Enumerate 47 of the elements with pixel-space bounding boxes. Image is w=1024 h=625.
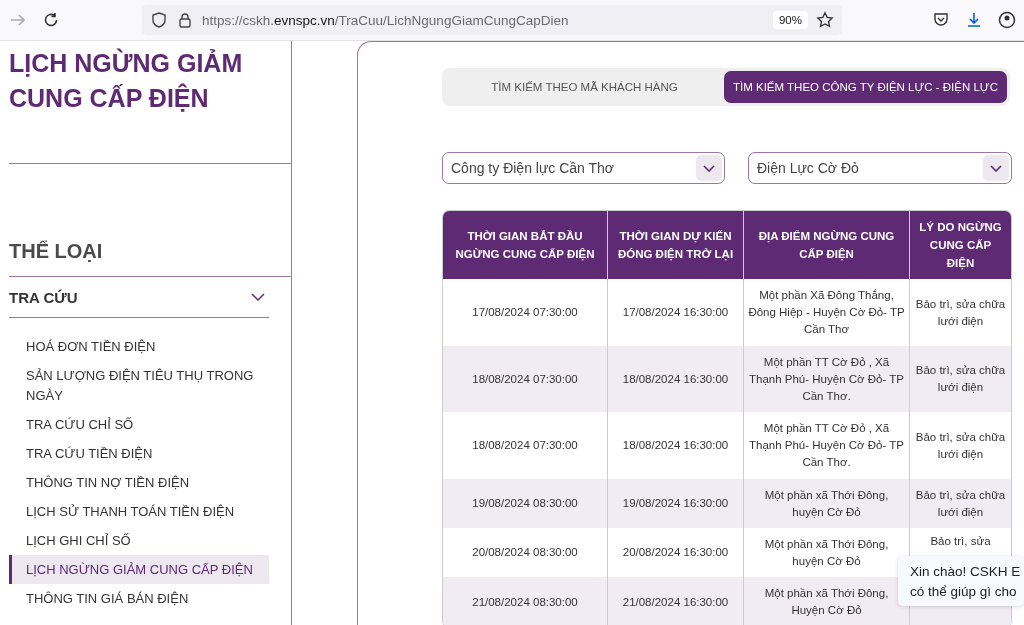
sidebar-item[interactable]: LỊCH NGỪNG GIẢM CUNG CẤP ĐIỆN xyxy=(9,555,269,584)
sidebar-item[interactable]: HOÁ ĐƠN TIỀN ĐIỆN xyxy=(9,332,269,361)
table-cell: Một phần xã Thới Đông, huyện Cờ Đỏ xyxy=(743,479,909,528)
chat-bubble[interactable]: Xin chào! CSKH E có thể giúp gì cho xyxy=(898,556,1024,606)
pocket-icon[interactable] xyxy=(932,11,950,29)
star-icon[interactable] xyxy=(816,11,834,29)
chevron-icon[interactable] xyxy=(251,293,265,301)
table-cell: 18/08/2024 07:30:00 xyxy=(443,346,607,412)
search-tab[interactable]: TÌM KIẾM THEO CÔNG TY ĐIỆN LỰC - ĐIỆN LỰC xyxy=(724,71,1007,103)
sidebar-item[interactable]: LỊCH SỬ THANH TOÁN TIỀN ĐIỆN xyxy=(9,497,269,526)
category-heading: THỂ LOẠI xyxy=(9,239,104,264)
column-header: THỜI GIAN BẮT ĐẦU NGỪNG CUNG CẤP ĐIỆN xyxy=(443,211,607,279)
table-cell: 19/08/2024 16:30:00 xyxy=(607,479,743,528)
chat-bubble-text: có thể giúp gì cho xyxy=(910,583,1017,601)
sidebar-item[interactable]: THÔNG TIN GIÁ BÁN ĐIỆN xyxy=(9,584,269,613)
caret-icon[interactable] xyxy=(696,155,722,181)
sidebar-item[interactable]: SẢN LƯỢNG ĐIỆN TIÊU THỤ TRONG NGÀY xyxy=(9,361,269,410)
shield-icon[interactable] xyxy=(150,11,168,29)
menu-group-label[interactable]: TRA CỨU xyxy=(9,288,78,306)
table-cell: Một phần xã Thới Đông, Huyện Cờ Đỏ xyxy=(743,577,909,625)
dropdown-field[interactable]: Công ty Điện lực Cần Thơ xyxy=(442,152,725,184)
caret-icon[interactable] xyxy=(983,155,1009,181)
url-text: https://cskh.evnspc.vn/TraCuu/LichNgungGiamCungCapDien xyxy=(202,12,570,28)
lock-icon[interactable] xyxy=(176,11,194,29)
address-bar[interactable]: https://cskh.evnspc.vn/TraCuu/LichNgungGiamCungCapDien 90% xyxy=(142,5,842,35)
column-header: ĐỊA ĐIỂM NGỪNG CUNG CẤP ĐIỆN xyxy=(743,211,909,279)
table-cell: 21/08/2024 16:30:00 xyxy=(607,577,743,625)
table-cell: Bảo trì, sửa chữa lưới điện xyxy=(909,346,1011,412)
menu-group[interactable]: TRA CỨU xyxy=(9,277,269,318)
table-cell: 19/08/2024 08:30:00 xyxy=(443,479,607,528)
search-tab[interactable]: TÌM KIẾM THEO MÃ KHÁCH HÀNG xyxy=(445,71,724,103)
sidebar-item[interactable]: THÔNG TIN NỢ TIỀN ĐIỆN xyxy=(9,468,269,497)
account-icon[interactable] xyxy=(998,11,1016,29)
zoom-level[interactable]: 90% xyxy=(772,11,808,29)
table-cell: Bảo trì, sửa chữa lưới điện xyxy=(909,479,1011,528)
sidebar-item[interactable]: TRA CỨU CHỈ SỐ xyxy=(9,410,269,439)
sidebar-item[interactable]: LỊCH GHI CHỈ SỐ xyxy=(9,526,269,555)
column-header: THỜI GIAN DỰ KIẾN ĐÓNG ĐIỆN TRỞ LẠI xyxy=(607,211,743,279)
page-title: LỊCH NGỪNG GIẢM CUNG CẤP ĐIỆN xyxy=(9,47,244,114)
sidebar-item[interactable]: TRA CỨU TIỀN ĐIỆN xyxy=(9,439,269,468)
table-cell: Một phần TT Cờ Đỏ , Xã Thạnh Phú- Huyện Cờ Đỏ- TP Cần Thơ. xyxy=(743,346,909,412)
download-icon[interactable] xyxy=(965,11,983,29)
reload-icon[interactable] xyxy=(42,11,60,29)
dropdown-field[interactable]: Điện Lực Cờ Đỏ xyxy=(748,152,1012,184)
column-header: LÝ DO NGỪNG CUNG CẤP ĐIỆN xyxy=(909,211,1011,279)
table-cell: 21/08/2024 08:30:00 xyxy=(443,577,607,625)
table-cell: 18/08/2024 16:30:00 xyxy=(607,346,743,412)
